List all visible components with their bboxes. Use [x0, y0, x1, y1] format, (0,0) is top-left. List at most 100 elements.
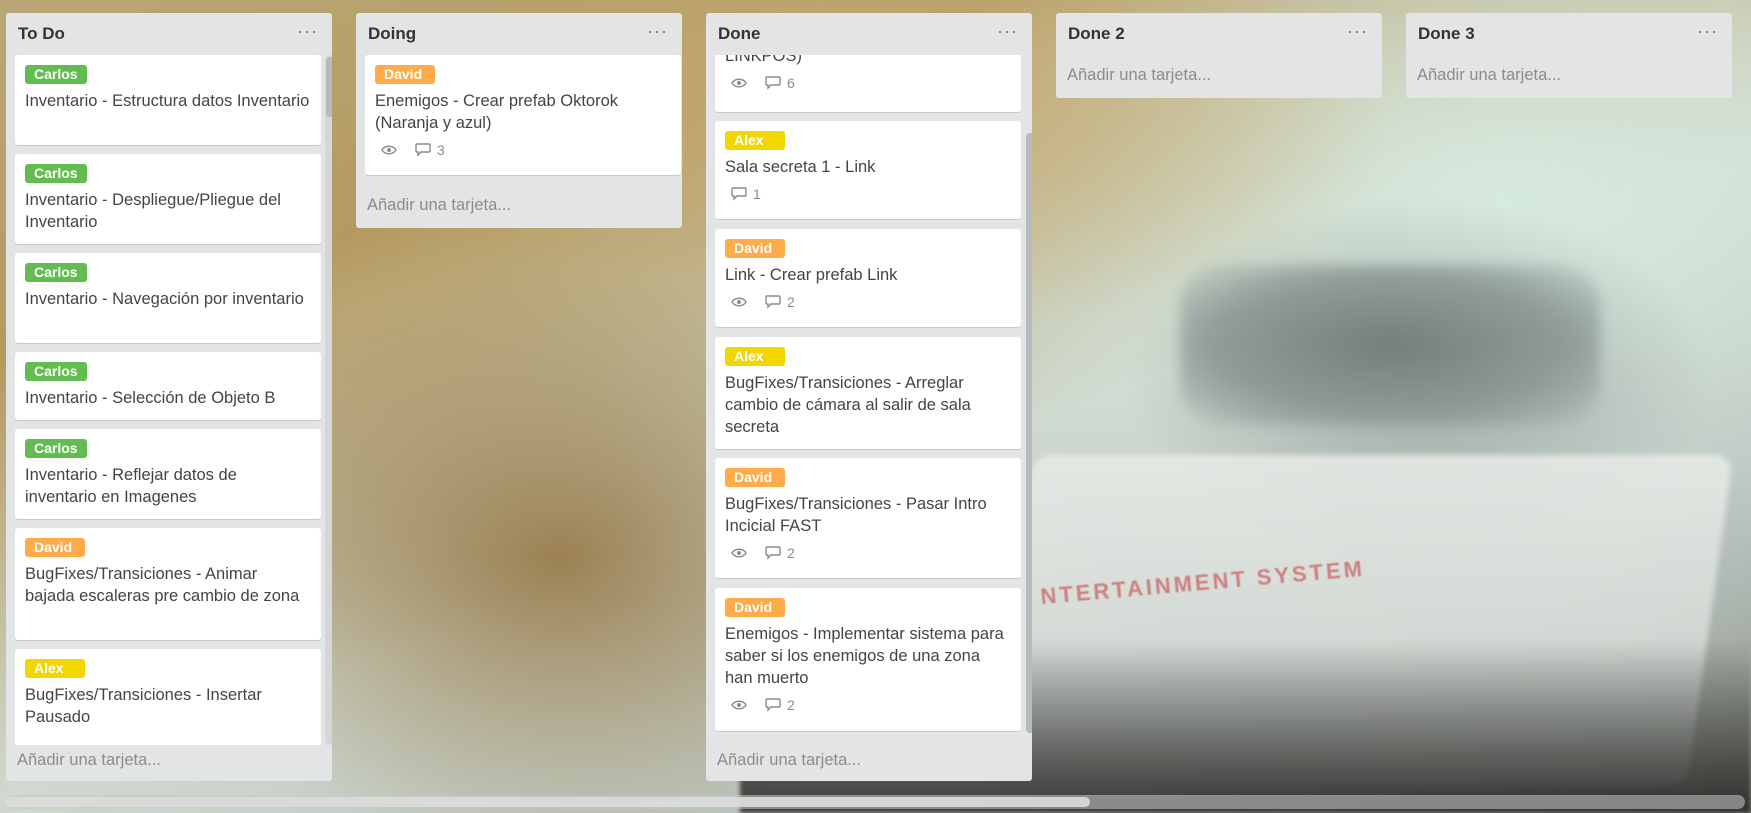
- watch-badge: [381, 144, 397, 156]
- comments-badge: 2: [765, 294, 795, 310]
- label-david: David: [375, 65, 435, 84]
- label-david: David: [725, 598, 785, 617]
- scrollbar-thumb[interactable]: [326, 57, 332, 117]
- comments-badge: 6: [765, 75, 795, 91]
- label-carlos: Carlos: [25, 263, 87, 282]
- watch-badge: [731, 699, 747, 711]
- card[interactable]: Carlos Inventario - Selección de Objeto …: [15, 352, 321, 420]
- list-menu-button[interactable]: ···: [297, 21, 318, 42]
- eye-icon: [381, 144, 397, 156]
- comment-icon: [765, 76, 781, 90]
- list-done: Done ··· LINKPOS) 6 Alex Sala secreta 1 …: [706, 13, 1032, 781]
- card[interactable]: Carlos Inventario - Reflejar datos de in…: [15, 429, 321, 519]
- list-menu-button[interactable]: ···: [1347, 21, 1368, 42]
- card-title: Enemigos - Implementar sistema para sabe…: [725, 625, 1004, 687]
- list-header: Done 3 ···: [1406, 13, 1732, 55]
- card[interactable]: Carlos Inventario - Navegación por inven…: [15, 253, 321, 343]
- card-title: Inventario - Selección de Objeto B: [25, 389, 276, 407]
- list-scrollbar[interactable]: [1025, 55, 1032, 745]
- card-title: Sala secreta 1 - Link: [725, 158, 876, 176]
- list-title: To Do: [18, 24, 65, 43]
- card-title: BugFixes/Transiciones - Arreglar cambio …: [725, 374, 971, 436]
- list-menu-button[interactable]: ···: [1697, 21, 1718, 42]
- label-carlos: Carlos: [25, 362, 87, 381]
- comment-icon: [765, 698, 781, 712]
- card-title: Link - Crear prefab Link: [725, 266, 898, 284]
- comments-count: 1: [753, 186, 761, 202]
- list-title: Doing: [368, 24, 417, 43]
- eye-icon: [731, 699, 747, 711]
- card[interactable]: Alex BugFixes/Transiciones - Arreglar ca…: [715, 337, 1021, 449]
- eye-icon: [731, 296, 747, 308]
- watch-badge: [731, 296, 747, 308]
- card-badges: 2: [725, 696, 1011, 714]
- scrollbar-thumb[interactable]: [5, 797, 1090, 807]
- card-badges: 1: [725, 185, 1011, 203]
- list-title: Done 2: [1068, 24, 1125, 43]
- comments-count: 2: [787, 697, 795, 713]
- list-menu-button[interactable]: ···: [997, 21, 1018, 42]
- card-title: BugFixes/Transiciones - Insertar Pausado: [25, 686, 262, 726]
- card-title: Inventario - Estructura datos Inventario: [25, 92, 310, 110]
- label-david: David: [725, 468, 785, 487]
- add-card-button[interactable]: Añadir una tarjeta...: [17, 751, 161, 770]
- card[interactable]: LINKPOS) 6: [715, 55, 1021, 112]
- watch-badge: [731, 547, 747, 559]
- comments-count: 3: [437, 142, 445, 158]
- card-list: LINKPOS) 6 Alex Sala secreta 1 - Link 1 …: [706, 55, 1032, 745]
- add-card-button[interactable]: Añadir una tarjeta...: [1067, 66, 1211, 85]
- card[interactable]: David Enemigos - Crear prefab Oktorok (N…: [365, 55, 681, 175]
- card-title: Inventario - Despliegue/Pliegue del Inve…: [25, 191, 281, 231]
- card-title: BugFixes/Transiciones - Pasar Intro Inci…: [725, 495, 987, 535]
- card[interactable]: Carlos Inventario - Estructura datos Inv…: [15, 55, 321, 145]
- label-alex: Alex: [725, 131, 785, 150]
- list-done-2: Done 2 ··· Añadir una tarjeta...: [1056, 13, 1382, 98]
- list-title: Done: [718, 24, 761, 43]
- scrollbar-thumb[interactable]: [1026, 133, 1032, 733]
- card[interactable]: David BugFixes/Transiciones - Pasar Intr…: [715, 458, 1021, 578]
- comments-badge: 3: [415, 142, 445, 158]
- add-card-button[interactable]: Añadir una tarjeta...: [717, 751, 861, 770]
- list-todo: To Do ··· Carlos Inventario - Estructura…: [6, 13, 332, 781]
- card-title: Inventario - Navegación por inventario: [25, 290, 304, 308]
- card-title: LINKPOS): [725, 55, 803, 65]
- list-doing: Doing ··· David Enemigos - Crear prefab …: [356, 13, 682, 228]
- eye-icon: [731, 77, 747, 89]
- background-console-slot: [1180, 265, 1600, 425]
- list-scrollbar[interactable]: [325, 55, 332, 745]
- comments-count: 6: [787, 75, 795, 91]
- card[interactable]: David Link - Crear prefab Link 2: [715, 229, 1021, 327]
- list-done-3: Done 3 ··· Añadir una tarjeta...: [1406, 13, 1732, 98]
- list-header: Done ···: [706, 13, 1032, 55]
- comment-icon: [765, 295, 781, 309]
- card-badges: 2: [725, 293, 1011, 311]
- list-menu-button[interactable]: ···: [647, 21, 668, 42]
- label-alex: Alex: [725, 347, 785, 366]
- card[interactable]: Alex Sala secreta 1 - Link 1: [715, 121, 1021, 219]
- watch-badge: [731, 77, 747, 89]
- label-david: David: [25, 538, 85, 557]
- comments-badge: 1: [731, 186, 761, 202]
- comments-badge: 2: [765, 697, 795, 713]
- label-carlos: Carlos: [25, 164, 87, 183]
- label-carlos: Carlos: [25, 439, 87, 458]
- card[interactable]: David BugFixes/Transiciones - Animar baj…: [15, 528, 321, 640]
- eye-icon: [731, 547, 747, 559]
- card-title: Enemigos - Crear prefab Oktorok (Naranja…: [375, 92, 619, 132]
- comment-icon: [415, 143, 431, 157]
- card[interactable]: Carlos Inventario - Despliegue/Pliegue d…: [15, 154, 321, 244]
- comments-count: 2: [787, 545, 795, 561]
- card-title: BugFixes/Transiciones - Animar bajada es…: [25, 565, 300, 605]
- board-horizontal-scrollbar[interactable]: [5, 795, 1745, 809]
- label-alex: Alex: [25, 659, 85, 678]
- card-badges: 3: [375, 141, 671, 159]
- comment-icon: [765, 546, 781, 560]
- comment-icon: [731, 187, 747, 201]
- comments-count: 2: [787, 294, 795, 310]
- card-title: Inventario - Reflejar datos de inventari…: [25, 466, 237, 506]
- card[interactable]: Alex BugFixes/Transiciones - Insertar Pa…: [15, 649, 321, 745]
- comments-badge: 2: [765, 545, 795, 561]
- card[interactable]: David Enemigos - Implementar sistema par…: [715, 588, 1021, 731]
- add-card-button[interactable]: Añadir una tarjeta...: [1417, 66, 1561, 85]
- add-card-button[interactable]: Añadir una tarjeta...: [367, 196, 511, 215]
